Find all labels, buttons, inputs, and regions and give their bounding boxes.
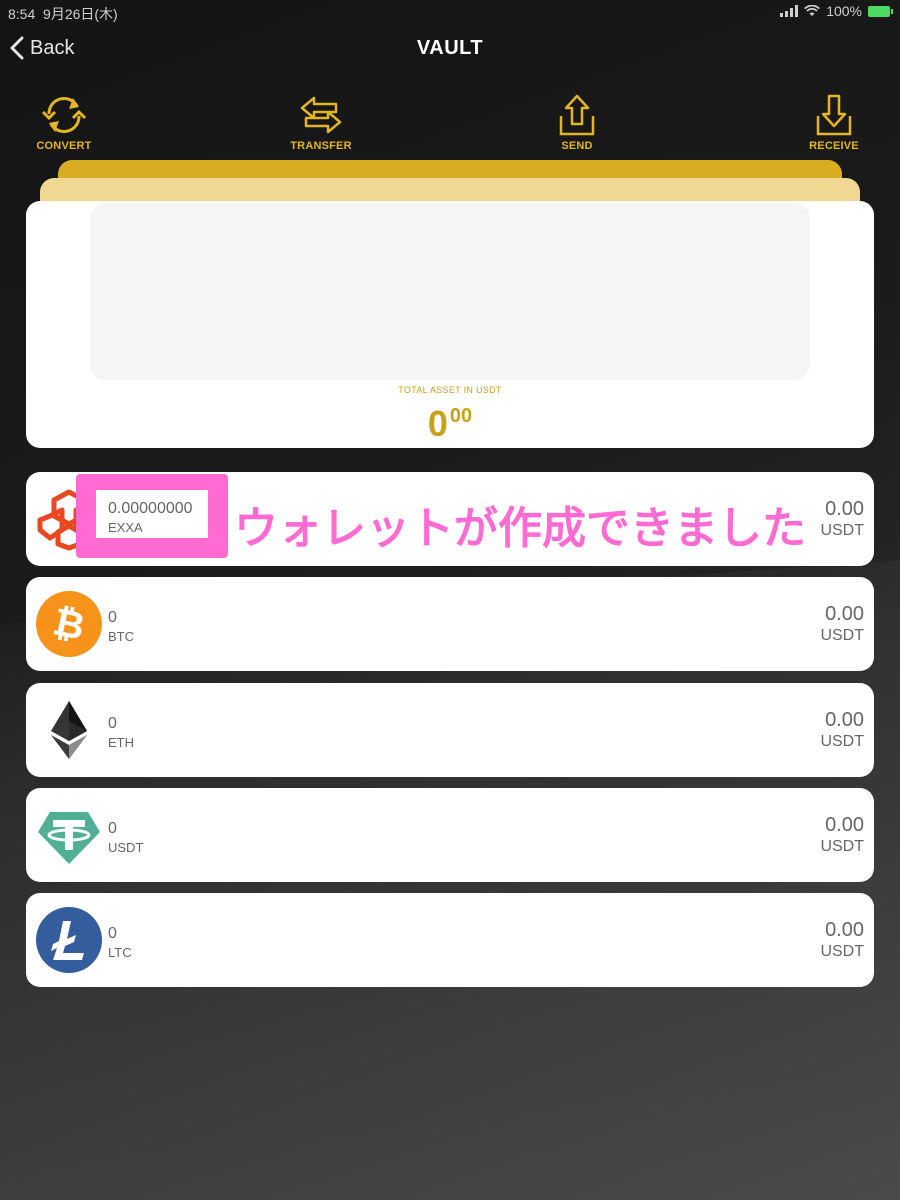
status-right: 100%	[780, 3, 893, 19]
total-asset-integer: 0	[427, 403, 448, 444]
asset-unit-usdt: USDT	[820, 838, 864, 855]
asset-row-btc[interactable]: ₿ 0 BTC 0.00 USDT	[26, 577, 874, 671]
asset-unit-btc: USDT	[820, 627, 864, 644]
asset-unit-eth: USDT	[820, 733, 864, 750]
asset-value-eth: 0.00	[825, 709, 864, 731]
asset-amount-usdt: 0	[108, 820, 117, 837]
convert-button[interactable]: CONVERT	[14, 92, 114, 152]
status-bar: 8:54 9月26日(木) 100%	[0, 0, 900, 24]
asset-value-exxa: 0.00	[825, 498, 864, 520]
asset-row-eth[interactable]: 0 ETH 0.00 USDT	[26, 683, 874, 777]
asset-amount-eth: 0	[108, 715, 117, 732]
status-date: 9月26日(木)	[43, 6, 118, 22]
battery-percent: 100%	[826, 3, 862, 19]
asset-value-btc: 0.00	[825, 603, 864, 625]
asset-amount-btc: 0	[108, 609, 117, 626]
asset-symbol-btc: BTC	[108, 629, 134, 644]
status-time: 8:54 9月26日(木)	[8, 6, 118, 22]
asset-amount-exxa: 0.00000000	[108, 500, 193, 517]
transfer-icon	[300, 96, 342, 134]
receive-icon	[816, 94, 852, 136]
send-icon	[559, 94, 595, 136]
transfer-label: TRANSFER	[290, 140, 352, 152]
total-asset-card: TOTAL ASSET IN USDT 0 00	[26, 201, 874, 448]
wifi-icon	[804, 5, 821, 16]
total-asset-decimal: 00	[449, 405, 473, 427]
battery-icon	[868, 5, 893, 17]
asset-unit-ltc: USDT	[820, 943, 864, 960]
total-asset-label: TOTAL ASSET IN USDT	[398, 385, 502, 395]
asset-symbol-ltc: LTC	[108, 945, 132, 960]
asset-amount-ltc: 0	[108, 925, 117, 942]
asset-row-ltc[interactable]: 0 LTC 0.00 USDT	[26, 893, 874, 987]
asset-symbol-usdt: USDT	[108, 840, 144, 855]
send-label: SEND	[561, 140, 593, 152]
tether-icon	[38, 812, 100, 864]
convert-icon	[41, 96, 87, 134]
asset-unit-exxa: USDT	[820, 522, 864, 539]
receive-button[interactable]: RECEIVE	[784, 92, 884, 152]
asset-value-usdt: 0.00	[825, 814, 864, 836]
page-title: VAULT	[416, 37, 484, 59]
send-button[interactable]: SEND	[527, 92, 627, 152]
litecoin-icon	[36, 907, 102, 973]
bitcoin-icon: ₿	[36, 591, 102, 657]
asset-value-ltc: 0.00	[825, 919, 864, 941]
annotation-text: ウォレットが作成できました	[234, 503, 806, 554]
transfer-button[interactable]: TRANSFER	[271, 92, 371, 152]
asset-symbol-exxa: EXXA	[108, 520, 143, 535]
signal-icon	[780, 5, 799, 17]
convert-label: CONVERT	[36, 140, 92, 152]
receive-label: RECEIVE	[809, 140, 859, 152]
asset-symbol-eth: ETH	[108, 735, 134, 750]
ethereum-icon	[51, 701, 87, 759]
action-bar: CONVERT TRANSFER SEND RECEIVE	[0, 92, 900, 156]
asset-row-usdt[interactable]: 0 USDT 0.00 USDT	[26, 788, 874, 882]
total-asset-value: 0 00	[26, 403, 874, 445]
card-chart-area	[90, 203, 810, 380]
nav-header: Back VAULT	[0, 24, 900, 74]
